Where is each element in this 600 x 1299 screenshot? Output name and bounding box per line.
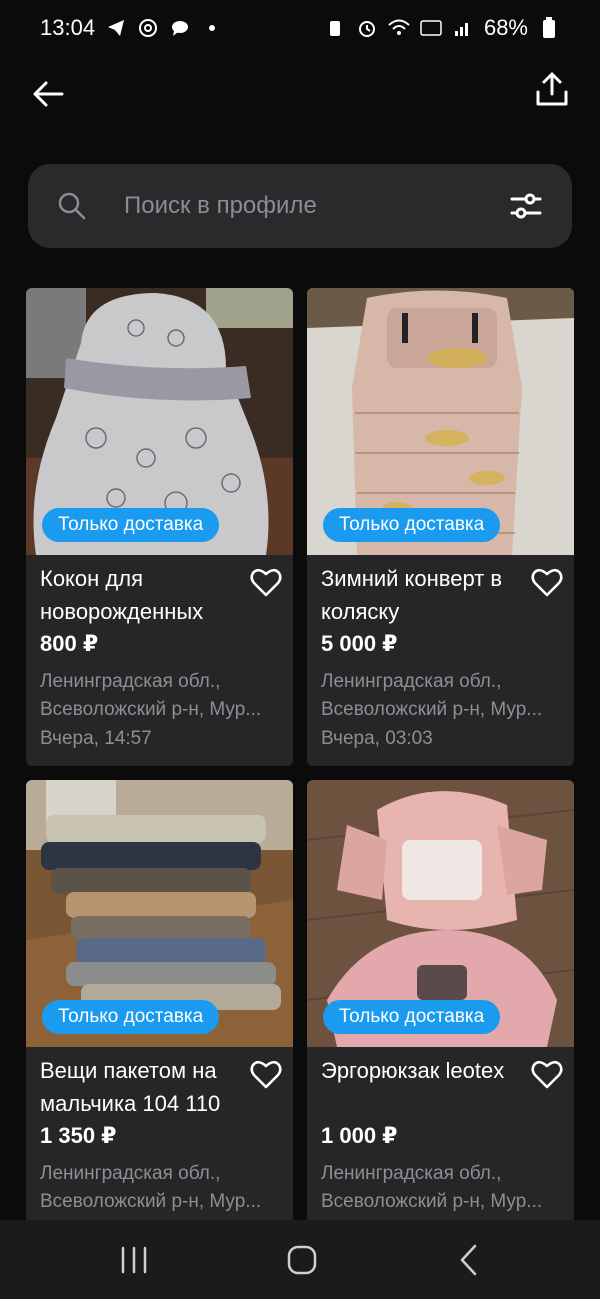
- product-card[interactable]: Только доставка Вещи пакетом на мальчика…: [26, 780, 293, 1220]
- product-location: Ленинградская обл., Всеволожский р-н, Му…: [40, 1163, 262, 1212]
- sliders-icon: [510, 193, 542, 219]
- chevron-left-icon: [460, 1244, 477, 1276]
- product-card[interactable]: Только доставка Кокон для новорожденных …: [26, 288, 293, 766]
- product-location: Ленинградская обл., Всеволожский р-н, Му…: [321, 671, 543, 720]
- delivery-badge: Только доставка: [323, 1000, 501, 1034]
- recent-apps-icon: [121, 1246, 147, 1274]
- heart-icon: [531, 568, 563, 597]
- back-nav-button[interactable]: [450, 1240, 490, 1280]
- search-icon: [58, 192, 86, 220]
- home-button[interactable]: [282, 1240, 322, 1280]
- search-input[interactable]: Поиск в профиле: [28, 164, 572, 248]
- product-card[interactable]: Только доставка Зимний конверт в коляску…: [307, 288, 574, 766]
- heart-icon: [250, 568, 282, 597]
- clock: 13:04: [40, 15, 96, 40]
- search-placeholder: Поиск в профиле: [124, 192, 317, 219]
- system-nav-bar: [0, 1220, 600, 1299]
- share-icon: [536, 72, 568, 106]
- heart-icon: [531, 1060, 563, 1089]
- product-price: 800 ₽: [40, 631, 99, 656]
- battery-percent: 68%: [483, 15, 528, 40]
- product-location: Ленинградская обл., Всеволожский р-н, Му…: [40, 671, 262, 720]
- top-bar: [0, 56, 600, 128]
- product-date: Вчера, 03:03: [321, 728, 433, 749]
- product-location: Ленинградская обл., Всеволожский р-н, Му…: [321, 1163, 543, 1212]
- at-icon: [137, 17, 159, 39]
- delivery-badge: Только доставка: [42, 508, 220, 542]
- dot-icon: [201, 17, 223, 39]
- delivery-badge: Только доставка: [323, 508, 501, 542]
- chat-icon: [169, 17, 191, 39]
- favorite-button[interactable]: [530, 1058, 564, 1092]
- product-title[interactable]: Кокон для новорожденных: [40, 562, 240, 628]
- product-title[interactable]: Вещи пакетом на мальчика 104 110: [40, 1054, 240, 1120]
- home-icon: [287, 1245, 317, 1275]
- telegram-icon: [105, 17, 127, 39]
- wifi-icon: [388, 17, 410, 39]
- signal-icon: [452, 17, 474, 39]
- product-card[interactable]: Только доставка Эргорюкзак leotex 1 000 …: [307, 780, 574, 1220]
- back-button[interactable]: [28, 74, 68, 114]
- product-title[interactable]: Зимний конверт в коляску: [321, 562, 521, 628]
- volte-icon: [420, 17, 442, 39]
- alarm-icon: [356, 17, 378, 39]
- delivery-badge: Только доставка: [42, 1000, 220, 1034]
- favorite-button[interactable]: [249, 566, 283, 600]
- battery-icon: [538, 17, 560, 39]
- status-bar: 13:04 68%: [0, 0, 600, 56]
- battery-saver-icon: [324, 17, 346, 39]
- recent-apps-button[interactable]: [114, 1240, 154, 1280]
- product-title[interactable]: Эргорюкзак leotex: [321, 1054, 521, 1087]
- favorite-button[interactable]: [249, 1058, 283, 1092]
- favorite-button[interactable]: [530, 566, 564, 600]
- heart-icon: [250, 1060, 282, 1089]
- product-price: 1 000 ₽: [321, 1123, 398, 1148]
- share-button[interactable]: [532, 70, 572, 110]
- product-price: 5 000 ₽: [321, 631, 398, 656]
- filter-button[interactable]: [508, 188, 544, 224]
- arrow-left-icon: [33, 81, 64, 107]
- product-date: Вчера, 14:57: [40, 728, 152, 749]
- product-grid: Только доставка Кокон для новорожденных …: [26, 288, 574, 1220]
- product-price: 1 350 ₽: [40, 1123, 117, 1148]
